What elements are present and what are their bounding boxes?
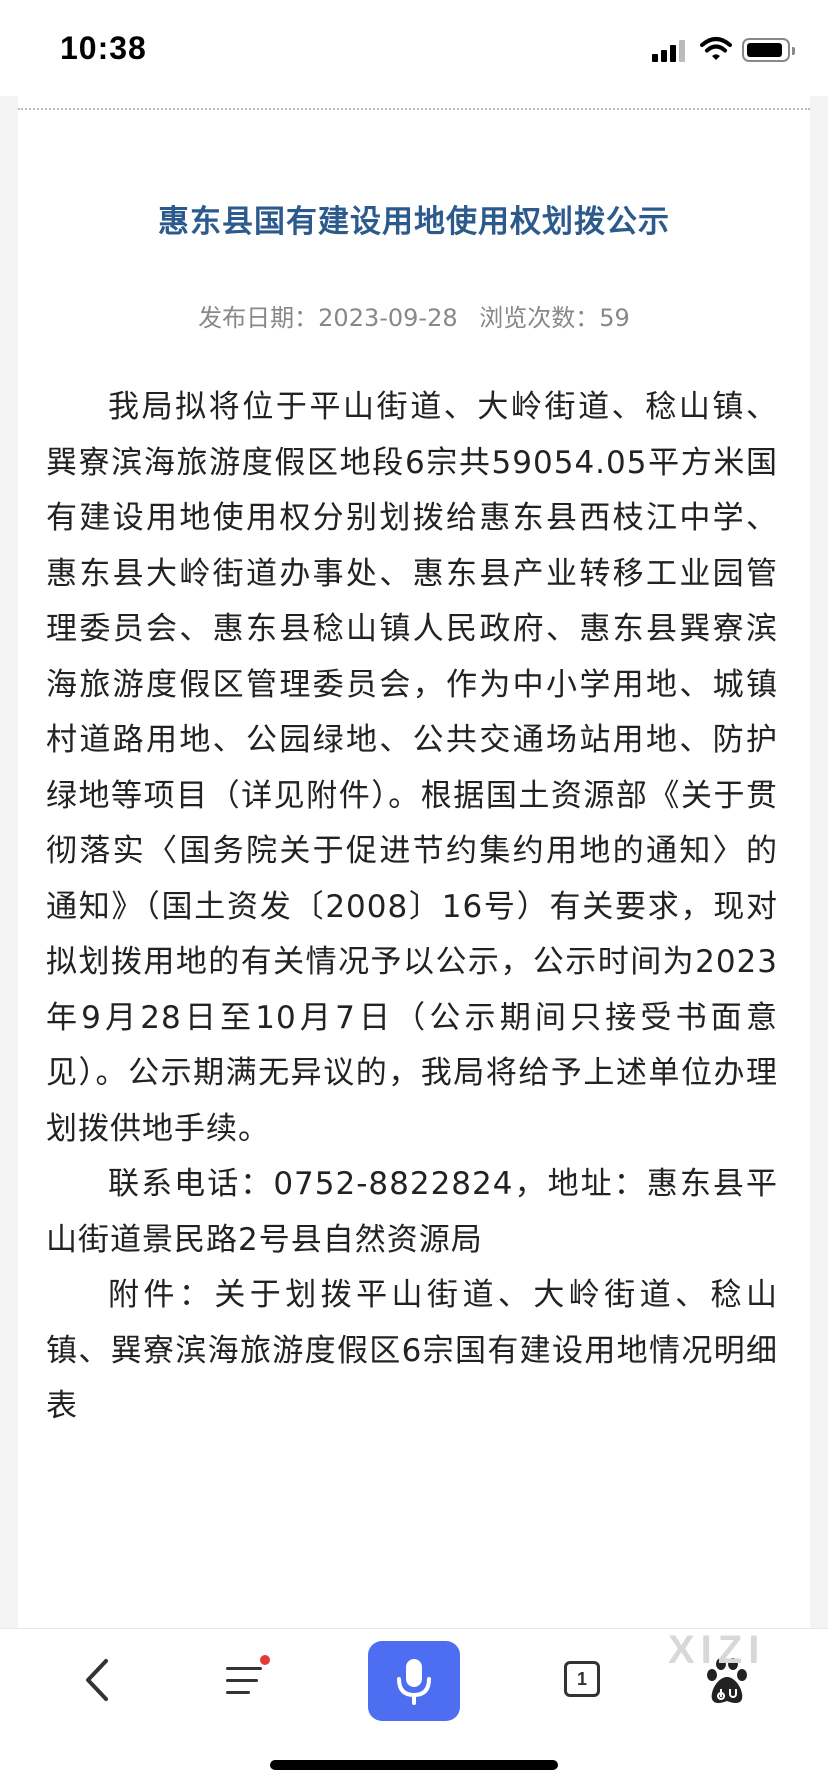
views-count: 59	[599, 304, 630, 332]
wifi-icon	[700, 37, 732, 60]
battery-icon	[742, 38, 795, 62]
paragraph-attachment: 附件：关于划拨平山街道、大岭街道、稔山镇、巽寮滨海旅游度假区6宗国有建设用地情况…	[46, 1277, 778, 1424]
watermark: XIZI	[668, 1628, 766, 1672]
voice-search-button[interactable]	[368, 1641, 460, 1721]
publish-date: 2023-09-28	[318, 304, 458, 332]
publish-date-label: 发布日期：	[198, 304, 319, 332]
home-indicator[interactable]	[270, 1760, 558, 1770]
signal-icon	[652, 40, 688, 62]
paragraph-contact: 联系电话：0752-8822824，地址：惠东县平山街道景民路2号县自然资源局	[46, 1166, 778, 1258]
mic-icon	[397, 1659, 431, 1705]
tabs-button[interactable]: 1	[564, 1661, 600, 1697]
menu-icon[interactable]	[222, 1655, 270, 1703]
paragraph-notice: 我局拟将位于平山街道、大岭街道、稔山镇、巽寮滨海旅游度假区地段6宗共59054.…	[46, 389, 778, 1147]
back-icon[interactable]	[78, 1655, 118, 1705]
article-body: 我局拟将位于平山街道、大岭街道、稔山镇、巽寮滨海旅游度假区地段6宗共59054.…	[46, 380, 778, 1435]
views-label: 浏览次数：	[479, 304, 600, 332]
notification-dot	[260, 1655, 270, 1665]
status-bar: 10:38	[0, 0, 828, 96]
divider	[18, 108, 810, 110]
article-title: 惠东县国有建设用地使用权划拨公示	[158, 204, 670, 240]
status-time: 10:38	[60, 30, 147, 66]
article-meta: 发布日期：2023-09-28 浏览次数：59	[0, 298, 828, 333]
